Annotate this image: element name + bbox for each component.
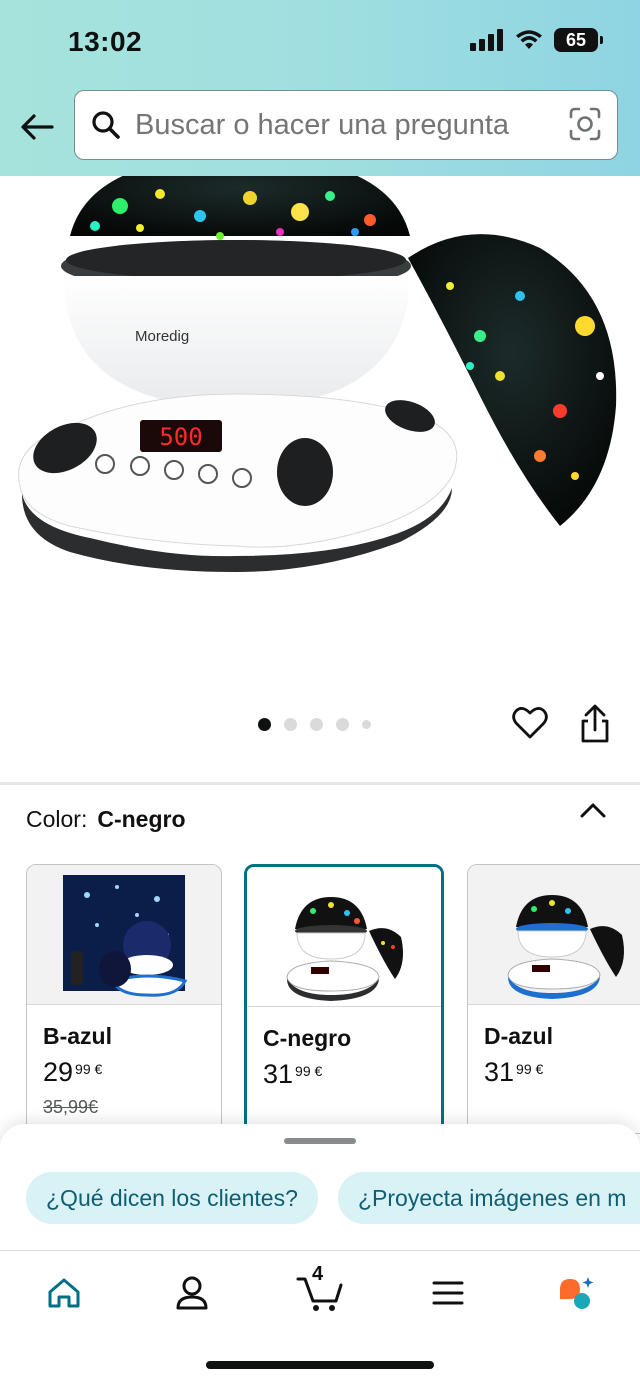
color-option-thumbnail [468, 865, 640, 1005]
wifi-icon [516, 30, 542, 49]
color-option-name: D-azul [484, 1023, 553, 1049]
search-icon [89, 108, 123, 142]
carousel-dot[interactable] [362, 720, 371, 729]
collapse-chevron-up-icon[interactable] [578, 800, 610, 832]
wishlist-heart-icon[interactable] [512, 706, 550, 744]
signal-icon [470, 29, 503, 51]
nav-home[interactable] [40, 1271, 88, 1315]
color-label-row: Color: C-negro [26, 806, 186, 833]
color-label: Color: [26, 806, 88, 832]
led-display: 500 [159, 423, 202, 451]
color-option-price: 31 99 € [484, 1057, 544, 1087]
color-option-old-price: 35,99€ [43, 1097, 99, 1117]
nav-rufus[interactable] [552, 1271, 600, 1315]
brand-label: Moredig [135, 328, 189, 345]
color-option-c-negro[interactable]: C-negro 31 99 € [244, 864, 444, 1134]
carousel-dot[interactable] [284, 718, 297, 731]
color-selected-value: C-negro [97, 806, 186, 832]
suggestion-chip-projects-images[interactable]: ¿Proyecta imágenes en m [338, 1172, 640, 1224]
color-option-name: C-negro [263, 1025, 352, 1051]
nav-menu[interactable] [424, 1271, 472, 1315]
color-option-thumbnail [27, 865, 221, 1005]
cart-count: 4 [312, 1263, 324, 1285]
home-indicator [206, 1361, 434, 1369]
account-icon [176, 1276, 208, 1310]
back-button[interactable] [18, 108, 56, 146]
search-bar[interactable] [74, 90, 618, 160]
color-option-thumbnail [247, 867, 441, 1007]
product-image[interactable]: Moredig 500 [0, 176, 640, 696]
sheet-drag-handle[interactable] [284, 1138, 356, 1144]
nav-cart[interactable]: 4 [294, 1263, 346, 1315]
section-divider [0, 782, 640, 785]
color-option-b-azul[interactable]: B-azul 29 99 € 35,99€ [26, 864, 222, 1134]
color-option-price: 31 99 € [263, 1059, 323, 1089]
image-carousel-dots[interactable] [258, 718, 371, 731]
carousel-dot[interactable] [336, 718, 349, 731]
status-icons: 65 [470, 28, 603, 52]
search-input[interactable] [135, 108, 555, 142]
status-time: 13:02 [68, 26, 143, 57]
camera-lens-icon[interactable] [569, 107, 601, 146]
color-option-d-azul[interactable]: D-azul 31 99 € [467, 864, 640, 1134]
rufus-icon [560, 1277, 594, 1309]
menu-icon [432, 1281, 464, 1305]
share-icon[interactable] [578, 704, 616, 746]
suggestion-chip-customers[interactable]: ¿Qué dicen los clientes? [26, 1172, 318, 1224]
nav-account[interactable] [168, 1271, 216, 1315]
carousel-dot[interactable] [310, 718, 323, 731]
back-arrow-icon [21, 114, 54, 140]
color-option-name: B-azul [43, 1023, 112, 1049]
bottom-navigation: 4 [0, 1250, 640, 1384]
carousel-dot-active[interactable] [258, 718, 271, 731]
color-option-price: 29 99 € [43, 1057, 103, 1087]
suggestions-sheet: ¿Qué dicen los clientes? ¿Proyecta imáge… [0, 1124, 640, 1254]
top-header: 13:02 65 [0, 0, 640, 176]
battery-indicator: 65 [554, 28, 603, 52]
star-projector-lamp-image: Moredig 500 [18, 176, 617, 572]
home-icon [48, 1278, 80, 1308]
